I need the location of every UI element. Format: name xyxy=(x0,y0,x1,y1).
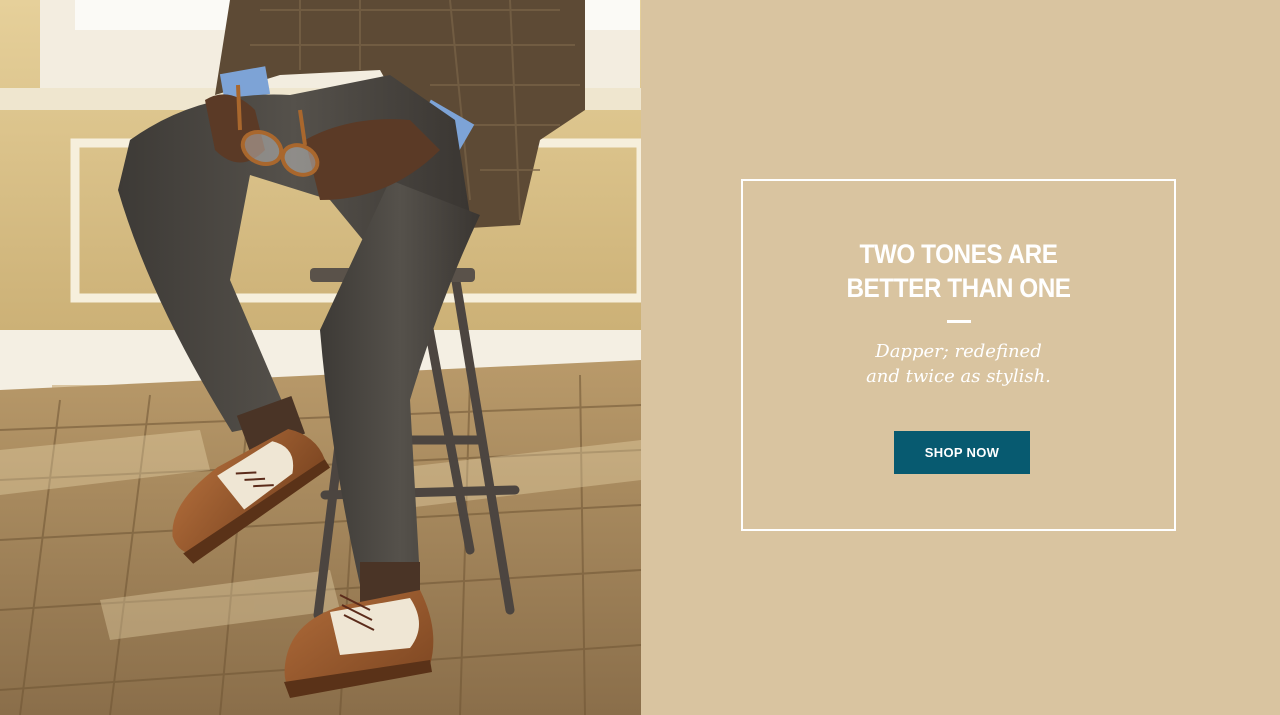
promo-subtitle-line1: Dapper; redefined xyxy=(875,341,1042,362)
hero-photo-illustration xyxy=(0,0,641,715)
promo-title-line1: TWO TONES ARE xyxy=(859,239,1058,269)
hero-photo[interactable] xyxy=(0,0,641,715)
title-divider xyxy=(946,320,971,323)
promo-title: TWO TONES ARE BETTER THAN ONE xyxy=(765,237,1153,305)
promo-title-line2: BETTER THAN ONE xyxy=(846,273,1071,303)
promo-subtitle: Dapper; redefined and twice as stylish. xyxy=(743,339,1174,389)
shop-now-button[interactable]: SHOP NOW xyxy=(894,431,1030,474)
promo-panel: TWO TONES ARE BETTER THAN ONE Dapper; re… xyxy=(641,0,1280,715)
promo-subtitle-line2: and twice as stylish. xyxy=(866,366,1051,387)
promo-frame: TWO TONES ARE BETTER THAN ONE Dapper; re… xyxy=(741,179,1176,531)
promo-banner: TWO TONES ARE BETTER THAN ONE Dapper; re… xyxy=(0,0,1280,715)
